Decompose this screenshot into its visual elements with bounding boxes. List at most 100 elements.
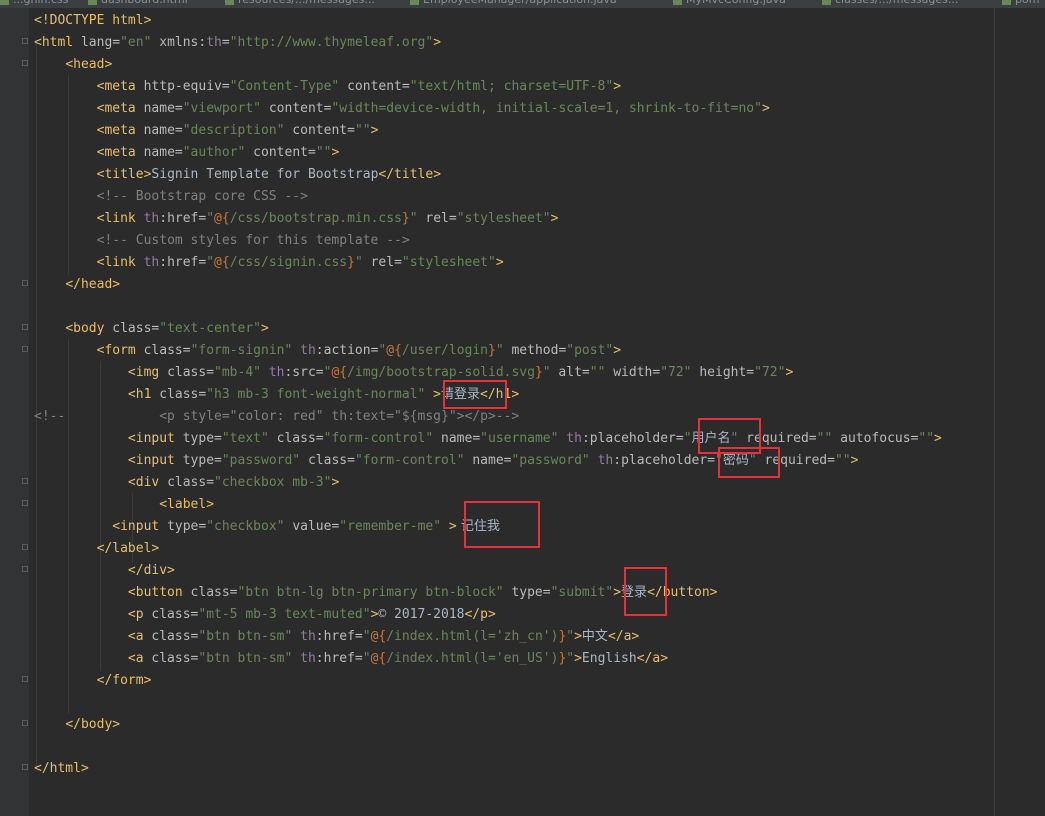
code-token: 记住我 <box>456 519 500 534</box>
code-line[interactable]: <div class="checkbox mb-3"> <box>34 472 339 494</box>
code-line[interactable]: <meta http-equiv="Content-Type" content=… <box>34 76 621 98</box>
code-token: > <box>331 475 340 490</box>
code-token: th <box>300 629 316 644</box>
code-token: © 2017-2018 <box>378 607 465 622</box>
code-token: 用户名 <box>691 431 731 446</box>
code-token: "mt-5 mb-3 text-muted" <box>198 607 371 622</box>
code-token: "mb-4" <box>214 365 261 380</box>
code-line[interactable]: <link th:href="@{/css/bootstrap.min.css}… <box>34 208 559 230</box>
code-line[interactable]: <!-- <p style="color: red" th:text="${ms… <box>34 406 519 428</box>
code-token: alt= <box>550 365 590 380</box>
code-token: th <box>143 255 160 270</box>
code-token: "" <box>354 123 371 138</box>
code-token: " <box>495 343 504 358</box>
code-line[interactable]: <html lang="en" xmlns:th="http://www.thy… <box>34 32 441 54</box>
code-token: <meta <box>96 79 144 94</box>
code-token: class= <box>143 343 191 358</box>
code-line[interactable]: <a class="btn btn-sm" th:href="@{/index.… <box>34 648 668 670</box>
code-line[interactable]: <img class="mb-4" th:src= " @{/img/bootstr… <box>34 362 793 384</box>
code-token: " <box>566 629 575 644</box>
code-token: Signin Template for Bootstrap <box>151 167 379 182</box>
code-token: "stylesheet" <box>401 255 496 270</box>
code-line[interactable]: </div> <box>34 560 175 582</box>
code-token: content= <box>261 101 332 116</box>
code-token: class= <box>159 387 207 402</box>
code-token: class= <box>167 365 215 380</box>
code-token: "form-signin" <box>190 343 293 358</box>
code-token: "form-control" <box>323 431 434 446</box>
code-token: </label> <box>96 541 160 556</box>
code-token: :action= <box>315 343 379 358</box>
code-line[interactable]: <p class="mt-5 mb-3 text-muted">© 2017-2… <box>34 604 496 626</box>
code-line[interactable]: <input type="checkbox" value="remember-m… <box>34 516 500 538</box>
code-line[interactable]: <meta name="author" content=""> <box>34 142 340 164</box>
code-token: xmlns: <box>151 35 207 50</box>
code-token: <form <box>96 343 144 358</box>
code-token: > <box>261 321 269 336</box>
code-token: th <box>143 211 160 226</box>
code-token: <!-- Bootstrap core CSS --> <box>96 189 308 204</box>
code-line[interactable]: <form class="form-signin" th:action= " @{/… <box>34 340 621 362</box>
code-line[interactable]: <!DOCTYPE html> <box>34 10 151 32</box>
code-token: > <box>550 211 559 226</box>
code-editor[interactable]: <!DOCTYPE html> <html lang="en" xmlns:th=… <box>0 0 1045 816</box>
code-token: name= <box>464 453 512 468</box>
code-token: <meta <box>96 145 144 160</box>
code-token: </form> <box>96 673 152 688</box>
code-line[interactable]: <title>Signin Template for Bootstrap</ti… <box>34 164 441 186</box>
code-line[interactable]: <meta name="description" content=""> <box>34 120 379 142</box>
code-line[interactable]: </label> <box>34 538 160 560</box>
code-line[interactable]: <head> <box>34 54 112 76</box>
code-token: </div> <box>127 563 175 578</box>
code-line[interactable]: <h1 class="h3 mb-3 font-weight-normal" >… <box>34 384 519 406</box>
code-token: "checkbox mb-3" <box>214 475 332 490</box>
code-line[interactable]: <input type="text" class="form-control" … <box>34 428 942 450</box>
code-token: "form-control" <box>354 453 465 468</box>
code-token: th <box>300 343 316 358</box>
code-token: <!-- Custom styles for this template --> <box>96 233 410 248</box>
code-line[interactable]: <meta name="viewport" content="width=dev… <box>34 98 770 120</box>
code-token: type= <box>182 453 222 468</box>
code-line[interactable]: <a class="btn btn-sm" th:href="@{/index.… <box>34 626 639 648</box>
code-line[interactable]: <input type="password" class="form-contr… <box>34 450 859 472</box>
code-token: method= <box>503 343 567 358</box>
code-token: "h3 mb-3 font-weight-normal" <box>206 387 426 402</box>
code-token: > <box>370 123 379 138</box>
code-token: <link <box>96 255 144 270</box>
code-token: "" <box>834 453 851 468</box>
code-token: required= <box>738 431 817 446</box>
code-line[interactable]: <button class="btn btn-lg btn-primary bt… <box>34 582 718 604</box>
code-line[interactable]: <label> <box>34 494 214 516</box>
code-line[interactable]: <!-- Bootstrap core CSS --> <box>34 186 308 208</box>
code-line[interactable]: </form> <box>34 670 152 692</box>
code-token: <!DOCTYPE html> <box>34 13 152 28</box>
code-token: name= <box>143 101 183 116</box>
code-token: value= <box>284 519 340 534</box>
code-token: > <box>441 519 457 534</box>
code-token: "" <box>816 431 833 446</box>
code-line[interactable]: </head> <box>34 274 120 296</box>
code-line[interactable]: </html> <box>34 758 89 780</box>
code-token: th <box>566 431 582 446</box>
code-line[interactable]: <link th:href="@{/css/signin.css}" rel="… <box>34 252 504 274</box>
code-token: "72" <box>660 365 692 380</box>
code-token: class= <box>268 431 324 446</box>
code-line[interactable]: <!-- Custom styles for this template --> <box>34 230 410 252</box>
code-line[interactable]: <body class="text-center"> <box>34 318 269 340</box>
code-token: </body> <box>65 717 121 732</box>
code-token: > <box>331 145 340 160</box>
code-token: </html> <box>34 761 89 776</box>
code-token: <body <box>65 321 113 336</box>
code-token: /index.html(l= <box>386 651 496 666</box>
code-line[interactable]: </body> <box>34 714 120 736</box>
code-token: "btn btn-sm" <box>198 651 293 666</box>
code-token: <div <box>127 475 168 490</box>
